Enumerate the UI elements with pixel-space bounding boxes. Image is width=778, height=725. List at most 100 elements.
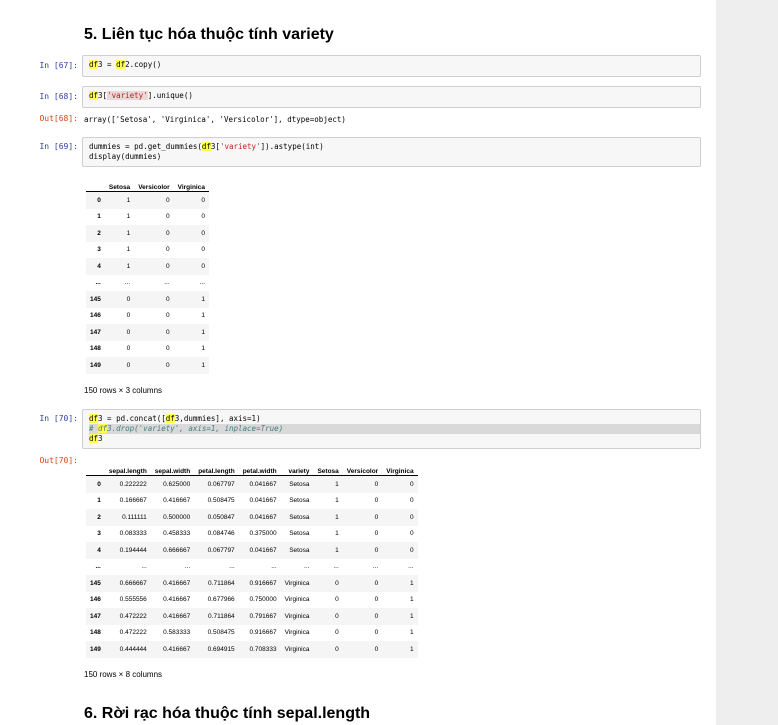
row-index: ... (95, 279, 101, 287)
table-cell: 1 (409, 612, 414, 620)
row-index: 2 (97, 229, 101, 237)
output-text-68: array(['Setosa', 'Virginica', 'Versicolo… (84, 115, 346, 124)
table-cell: 0 (374, 513, 379, 521)
table-row: 0 0.222222 0.625000 0.067797 0.041667 Setosa 1… (86, 475, 418, 493)
table-cell: ... (164, 279, 170, 287)
table-cell: 0 (409, 513, 414, 521)
code-cell-70[interactable]: df3 = pd.concat([df3,dummies], axis=1) #… (82, 409, 701, 449)
table-cell: 0.416667 (163, 497, 191, 505)
column-header (86, 177, 105, 192)
code-cell-67[interactable]: df3 = df2.copy() (82, 55, 701, 77)
table-cell: 0.472222 (119, 612, 147, 620)
table-cell: Virginica (284, 629, 310, 637)
code-cell-69[interactable]: dummies = pd.get_dummies(df3['variety'])… (82, 137, 701, 167)
table-cell: 0 (374, 546, 379, 554)
table-cell: 1 (335, 546, 339, 554)
table-cell: Virginica (284, 645, 310, 653)
table-cell: 0 (126, 328, 131, 336)
table-cell: 1 (201, 312, 205, 320)
table-row: 147 0 0 1 (86, 324, 209, 341)
table-row: 145 0.666667 0.416667 0.711864 0.916667 Virgi… (86, 575, 418, 592)
column-header: sepal.width (150, 461, 195, 476)
table-cell: 0 (335, 645, 339, 653)
table-cell: 0 (409, 497, 414, 505)
table-row: 3 1 0 0 (86, 242, 209, 259)
table-cell: ... (229, 563, 235, 571)
row-index: 145 (90, 579, 101, 587)
in-prompt-70: In [70]: (39, 414, 78, 423)
dummies-table-caption: 150 rows × 3 columns (84, 386, 163, 395)
table-cell: 0.041667 (249, 480, 277, 488)
table-cell: 0.500000 (163, 513, 191, 521)
row-index: 149 (90, 361, 101, 369)
table-cell: 0.041667 (249, 513, 277, 521)
table-cell: 0.791667 (249, 612, 277, 620)
table-row: ............ (86, 275, 209, 292)
table-cell: 0.583333 (163, 629, 191, 637)
table-cell: 0 (335, 629, 339, 637)
out-prompt-68: Out[68]: (39, 114, 78, 123)
table-cell: 0.375000 (249, 530, 277, 538)
table-cell: 0.711864 (208, 579, 235, 587)
row-index: 3 (97, 530, 101, 538)
table-cell: 0 (335, 612, 339, 620)
column-header: Versicolor (342, 461, 383, 476)
code-cell-68[interactable]: df3['variety'].unique() (82, 86, 701, 108)
table-cell: 0.472222 (119, 629, 147, 637)
row-index: 2 (97, 513, 101, 521)
table-cell: 0.694915 (207, 645, 235, 653)
table-cell: 0.416667 (163, 612, 191, 620)
table-row: 4 0.194444 0.666667 0.067797 0.041667 Setosa 1… (86, 542, 418, 559)
table-cell: 0.067797 (207, 480, 235, 488)
table-cell: 0 (201, 262, 205, 270)
table-cell: 0 (374, 579, 379, 587)
notebook-page: 5. Liên tục hóa thuộc tính variety In [6… (0, 0, 716, 725)
table-cell: 0 (201, 213, 205, 221)
row-index: 146 (90, 312, 101, 320)
row-index: 4 (97, 262, 101, 270)
row-index: 1 (97, 213, 101, 221)
table-cell: 0.508475 (207, 497, 235, 505)
row-index: 146 (90, 596, 101, 604)
table-cell: 0.677966 (207, 596, 235, 604)
table-cell: 0 (166, 345, 170, 353)
table-cell: 1 (201, 345, 205, 353)
column-header: petal.width (238, 461, 281, 476)
table-row: 2 1 0 0 (86, 225, 209, 242)
table-cell: 0 (126, 312, 131, 320)
table-row: 149 0.444444 0.416667 0.694915 0.708333 Virgi… (86, 641, 418, 658)
table-cell: 1 (335, 480, 339, 488)
table-cell: ... (333, 563, 339, 571)
table-cell: 0 (374, 480, 379, 488)
table-cell: 0.194444 (119, 546, 147, 554)
code-text-69: dummies = pd.get_dummies(df3['variety'])… (89, 142, 324, 161)
section-heading-6: 6. Rời rạc hóa thuộc tính sepal.length (84, 705, 371, 722)
table-cell: 0.041667 (249, 546, 277, 554)
table-cell: 0.458333 (163, 530, 191, 538)
column-header: variety (280, 461, 314, 476)
table-cell: 0.083333 (119, 530, 147, 538)
table-cell: 0 (166, 229, 170, 237)
table-cell: 1 (201, 361, 205, 369)
concat-table-caption: 150 rows × 8 columns (84, 670, 163, 679)
table-cell: 0.916667 (249, 579, 277, 587)
table-cell: 0.750000 (249, 596, 277, 604)
table-cell: 0 (409, 546, 414, 554)
table-row: ........................... (86, 559, 418, 576)
table-cell: 0 (166, 246, 170, 254)
table-cell: Setosa (289, 480, 310, 488)
table-cell: 1 (409, 596, 414, 604)
column-header: Setosa (104, 177, 135, 192)
table-cell: 0 (166, 361, 170, 369)
table-cell: 0.708333 (249, 645, 277, 653)
table-cell: 0.625000 (163, 480, 191, 488)
table-row: 1 0.166667 0.416667 0.508475 0.041667 Setosa 1… (86, 493, 418, 510)
table-cell: ... (372, 563, 379, 571)
concat-table: sepal.length sepal.width petal.length petal… (86, 461, 418, 658)
table-cell: 0 (201, 229, 205, 237)
table-cell: 0 (374, 629, 379, 637)
table-cell: 1 (126, 246, 131, 254)
table-cell: 0 (374, 645, 379, 653)
code-text-67: df3 = df2.copy() (89, 60, 162, 69)
table-cell: Setosa (289, 546, 310, 554)
